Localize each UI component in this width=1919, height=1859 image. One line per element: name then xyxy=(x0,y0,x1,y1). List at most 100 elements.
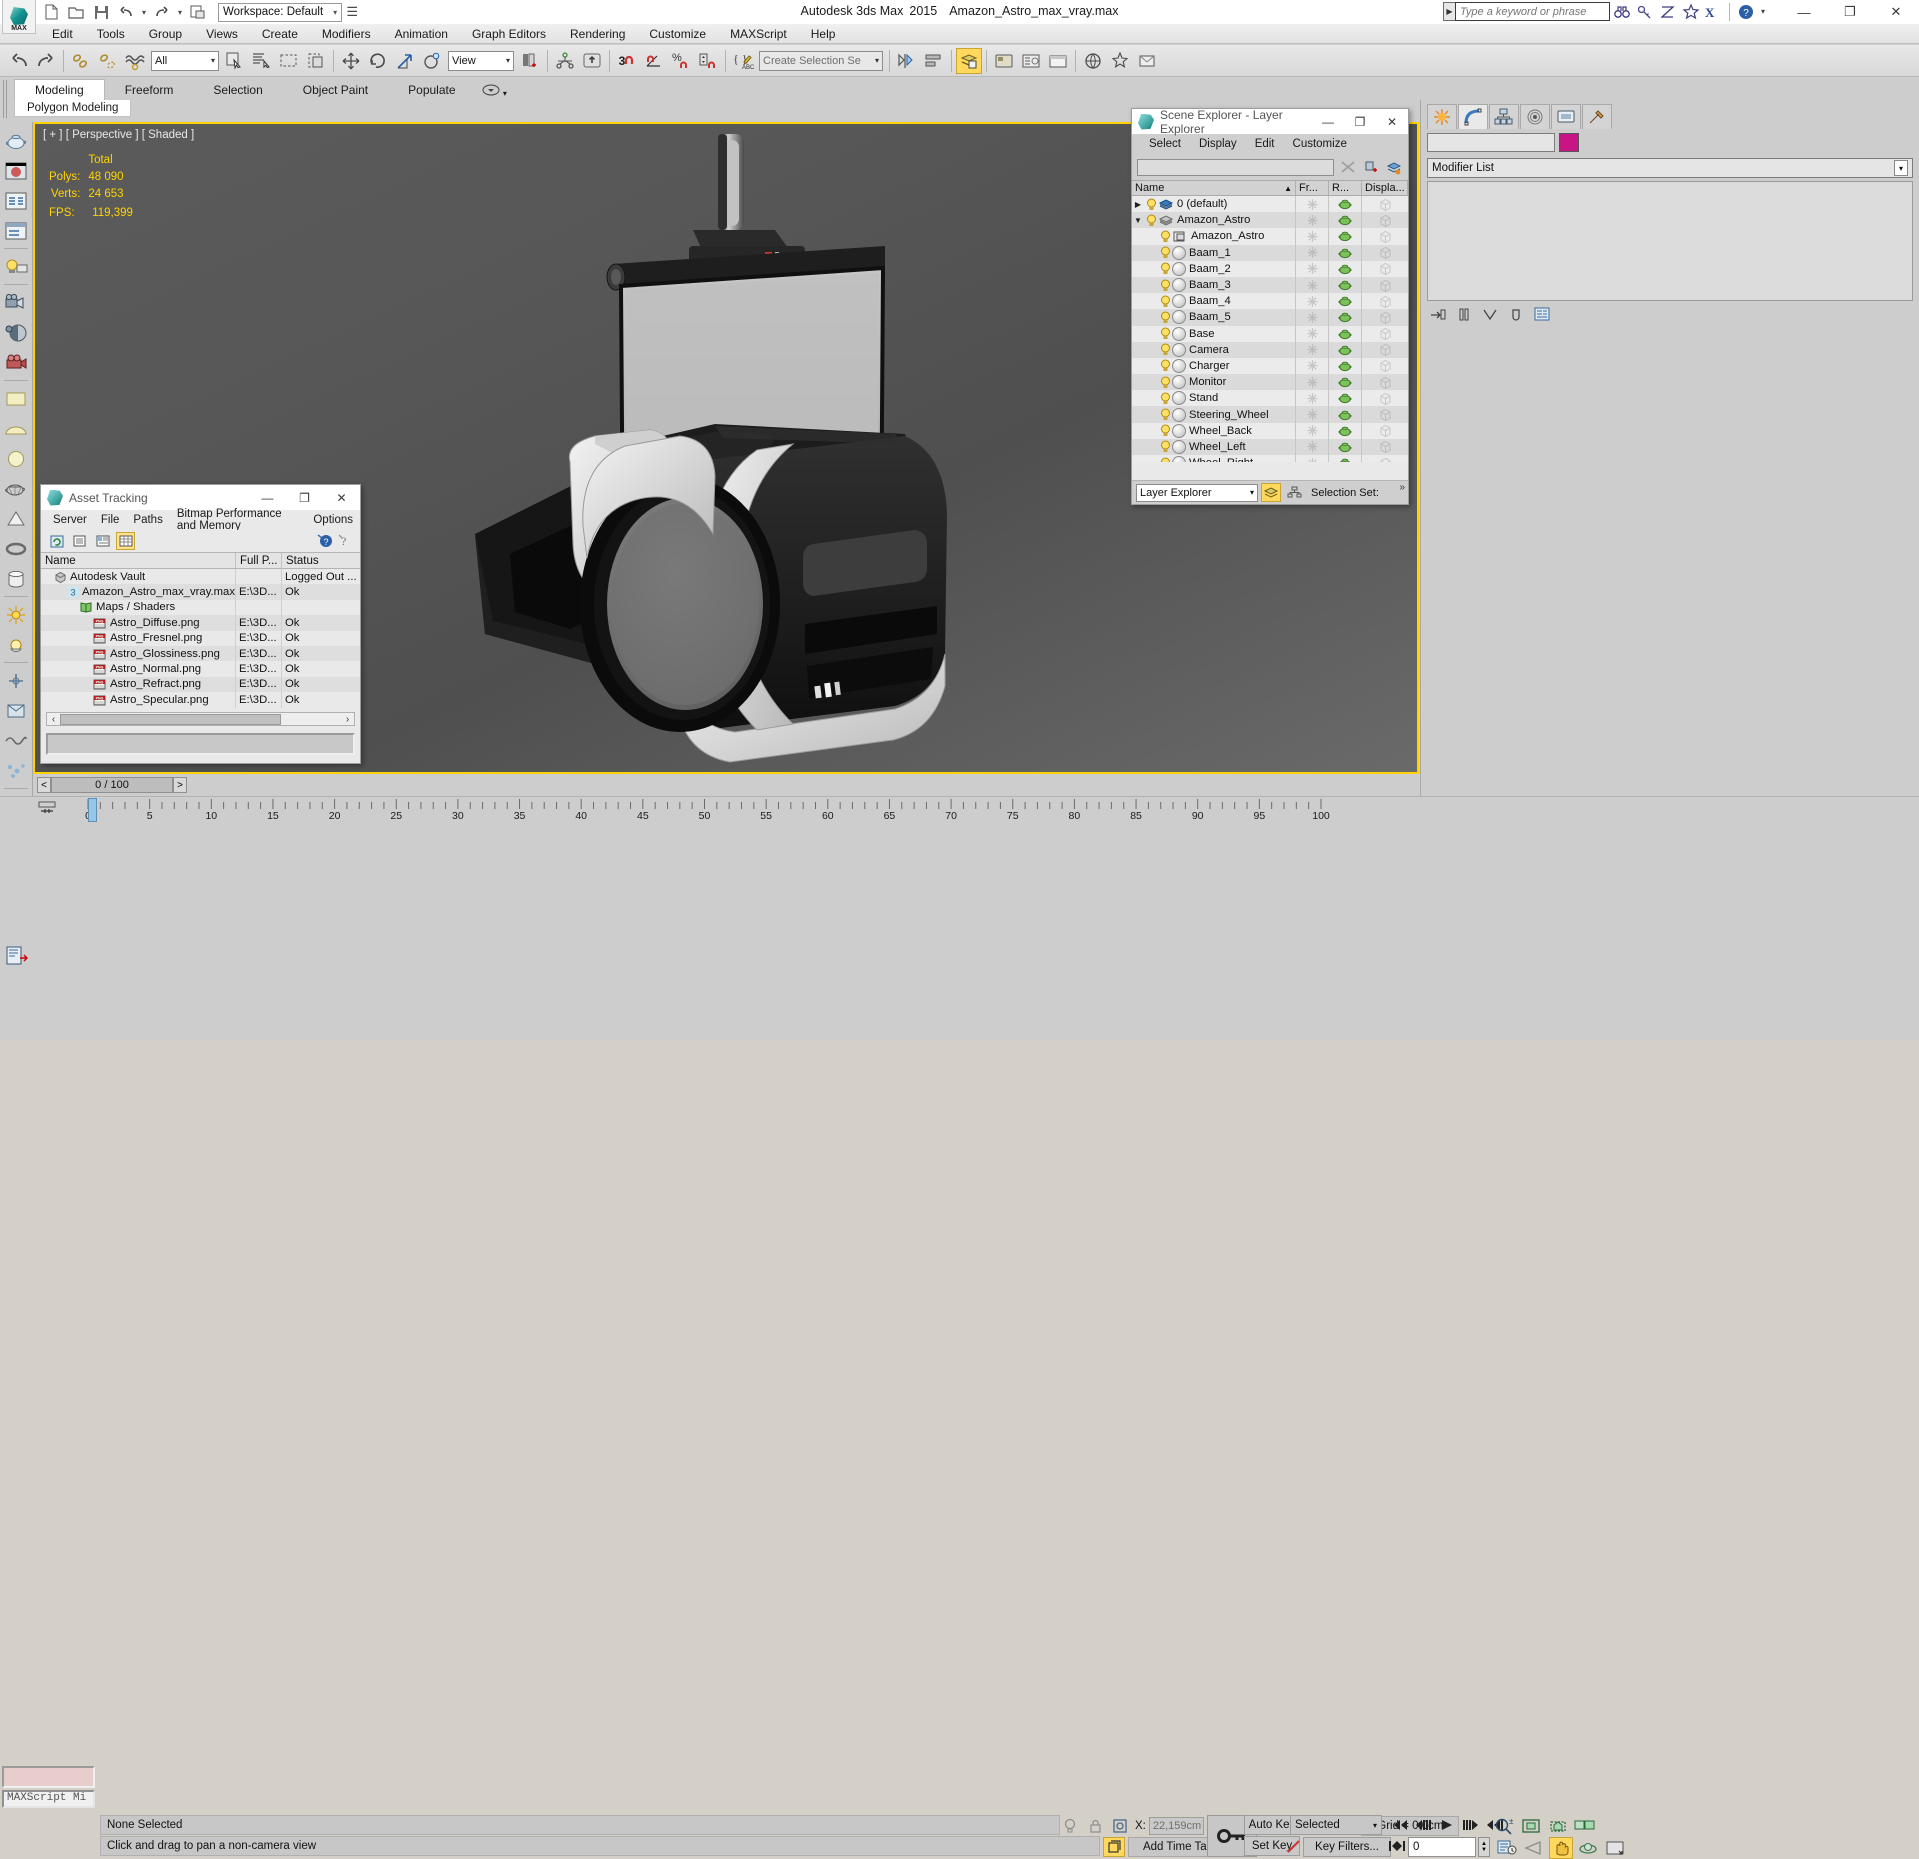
maxscript-listener-icon[interactable] xyxy=(2,940,32,972)
display-mode-icon[interactable] xyxy=(1362,358,1408,374)
selection-lock-bulb-icon[interactable] xyxy=(1060,1816,1080,1836)
render-production-icon[interactable] xyxy=(1080,48,1106,74)
named-selection-set-combo[interactable]: Create Selection Se ▾ xyxy=(759,50,883,71)
activeshade-icon[interactable] xyxy=(1134,48,1160,74)
select-and-link-icon[interactable] xyxy=(68,48,94,74)
asset-tracking-close[interactable]: ✕ xyxy=(323,491,360,505)
renderable-toggle-icon[interactable] xyxy=(1329,293,1362,310)
maxscript-mini-listener-input[interactable] xyxy=(2,1766,95,1788)
close-button[interactable]: ✕ xyxy=(1873,0,1919,24)
percent-snap-icon[interactable]: % xyxy=(668,48,694,74)
settings-dialog-icon[interactable] xyxy=(2,216,31,245)
freeze-toggle-icon[interactable] xyxy=(1296,438,1329,455)
layer-view-button[interactable] xyxy=(1261,483,1281,502)
light-bulb-icon[interactable] xyxy=(1158,311,1172,324)
cylinder-primitive-icon[interactable] xyxy=(2,564,31,593)
scene-explorer-row[interactable]: Wheel_Back xyxy=(1132,422,1408,439)
command-tab-display[interactable] xyxy=(1551,104,1581,129)
x-value[interactable]: 22,159cm xyxy=(1148,1817,1204,1835)
renderable-toggle-icon[interactable] xyxy=(1329,309,1362,326)
material-editor-icon[interactable] xyxy=(991,48,1017,74)
window-crossing-icon[interactable] xyxy=(303,48,329,74)
edit-named-selection-sets-icon[interactable]: { } ABC xyxy=(730,48,756,74)
workspace-selector[interactable]: Workspace: Default ▾ xyxy=(218,2,343,22)
scene-explorer-list[interactable]: ▶ 0 (default) ▼ Amazon_Astro Amazon_Astro Baa… xyxy=(1132,196,1408,462)
spinner-snap-icon[interactable] xyxy=(695,48,721,74)
wireframe-teapot-icon[interactable] xyxy=(2,474,31,503)
render-setup-icon[interactable] xyxy=(1018,48,1044,74)
key-filter-mode-combo[interactable]: Selected ▾ xyxy=(1290,1815,1382,1835)
asset-row[interactable]: 3 Amazon_Astro_max_vray.max E:\3D... Ok xyxy=(41,584,360,600)
command-tab-utilities[interactable] xyxy=(1582,104,1612,129)
context-help-icon[interactable]: ? xyxy=(338,532,354,551)
select-and-rotate-icon[interactable] xyxy=(365,48,391,74)
camera-target-icon[interactable] xyxy=(2,288,31,317)
column-header-display[interactable]: Displa... xyxy=(1362,181,1408,195)
zoom-extents-all-icon[interactable] xyxy=(1546,1815,1570,1837)
communication-center-icon[interactable] xyxy=(1656,1,1679,22)
display-mode-icon[interactable] xyxy=(1362,212,1408,228)
scene-explorer-row[interactable]: Amazon_Astro xyxy=(1132,228,1408,245)
sphere-primitive-icon[interactable] xyxy=(2,444,31,473)
scene-explorer-row[interactable]: Baam_1 xyxy=(1132,244,1408,261)
ribbon-panel-polygon-modeling[interactable]: Polygon Modeling xyxy=(14,100,132,117)
pan-view-icon[interactable] xyxy=(1549,1837,1573,1859)
search-input[interactable] xyxy=(1455,2,1610,21)
time-tag-icon[interactable] xyxy=(1103,1837,1125,1857)
ribbon-tab-selection[interactable]: Selection xyxy=(193,80,282,100)
light-bulb-icon[interactable] xyxy=(1158,424,1172,437)
freeze-toggle-icon[interactable] xyxy=(1296,260,1329,277)
key-mode-toggle-icon[interactable] xyxy=(1388,1840,1406,1855)
renderable-toggle-icon[interactable] xyxy=(1329,212,1362,229)
scene-explorer-minimize[interactable]: — xyxy=(1312,115,1344,129)
absolute-relative-mode-icon[interactable] xyxy=(1110,1816,1130,1836)
renderable-toggle-icon[interactable] xyxy=(1329,422,1362,439)
selection-filter-combo[interactable]: All ▾ xyxy=(151,50,219,71)
open-file-icon[interactable] xyxy=(65,2,87,22)
frame-counter-display[interactable]: 0 / 100 xyxy=(51,777,173,793)
asset-menu-server[interactable]: Server xyxy=(46,513,94,527)
light-bulb-icon[interactable] xyxy=(1158,392,1172,405)
freeze-toggle-icon[interactable] xyxy=(1296,406,1329,423)
go-to-start-icon[interactable] xyxy=(1388,1815,1410,1835)
scrollbar-thumb[interactable] xyxy=(60,713,281,725)
scene-explorer-close[interactable]: ✕ xyxy=(1376,115,1408,129)
light-bulb-icon[interactable] xyxy=(1158,343,1172,356)
torus-primitive-icon[interactable] xyxy=(2,534,31,563)
freeze-toggle-icon[interactable] xyxy=(1296,422,1329,439)
renderable-toggle-icon[interactable] xyxy=(1329,341,1362,358)
menu-item-graph-editors[interactable]: Graph Editors xyxy=(460,25,558,43)
scene-explorer-menu-select[interactable]: Select xyxy=(1140,137,1190,151)
light-bulb-icon[interactable] xyxy=(1158,246,1172,259)
clear-find-icon[interactable] xyxy=(1339,158,1357,176)
viewport-label[interactable]: [ + ] [ Perspective ] [ Shaded ] xyxy=(43,129,194,141)
ribbon-options-dropdown[interactable]: ▾ xyxy=(476,83,513,100)
scene-explorer-row[interactable]: Baam_5 xyxy=(1132,309,1408,326)
align-icon[interactable] xyxy=(921,48,947,74)
scene-explorer-maximize[interactable]: ❐ xyxy=(1344,115,1376,129)
plane-primitive-icon[interactable] xyxy=(2,384,31,413)
scene-explorer-row[interactable]: Camera xyxy=(1132,341,1408,358)
maximize-viewport-toggle-icon[interactable] xyxy=(1603,1837,1627,1859)
freeze-toggle-icon[interactable] xyxy=(1296,244,1329,261)
display-mode-icon[interactable] xyxy=(1362,309,1408,325)
menu-item-create[interactable]: Create xyxy=(250,25,310,43)
helpers-icon[interactable] xyxy=(2,666,31,695)
layer-explorer-toggle-button[interactable] xyxy=(956,47,982,74)
hemisphere-primitive-icon[interactable] xyxy=(2,414,31,443)
x-coordinate-field[interactable]: X: 22,159cm xyxy=(1135,1817,1204,1835)
scene-explorer-row[interactable]: Baam_3 xyxy=(1132,276,1408,294)
display-mode-icon[interactable] xyxy=(1362,374,1408,390)
column-header-render[interactable]: R... xyxy=(1329,181,1362,195)
asset-row[interactable]: PNG Astro_Fresnel.png E:\3D... Ok xyxy=(41,630,360,646)
redo-icon[interactable] xyxy=(151,2,173,22)
asset-menu-options[interactable]: Options xyxy=(306,513,360,527)
modifier-stack[interactable] xyxy=(1427,181,1913,301)
asset-tracking-maximize[interactable]: ❐ xyxy=(286,491,323,505)
ribbon-tab-populate[interactable]: Populate xyxy=(388,80,475,100)
column-header-freeze[interactable]: Fr... xyxy=(1296,181,1329,195)
asset-menu-paths[interactable]: Paths xyxy=(126,513,169,527)
renderable-toggle-icon[interactable] xyxy=(1329,390,1362,407)
renderable-toggle-icon[interactable] xyxy=(1329,357,1362,375)
configure-modifier-sets-icon[interactable] xyxy=(1533,306,1551,322)
